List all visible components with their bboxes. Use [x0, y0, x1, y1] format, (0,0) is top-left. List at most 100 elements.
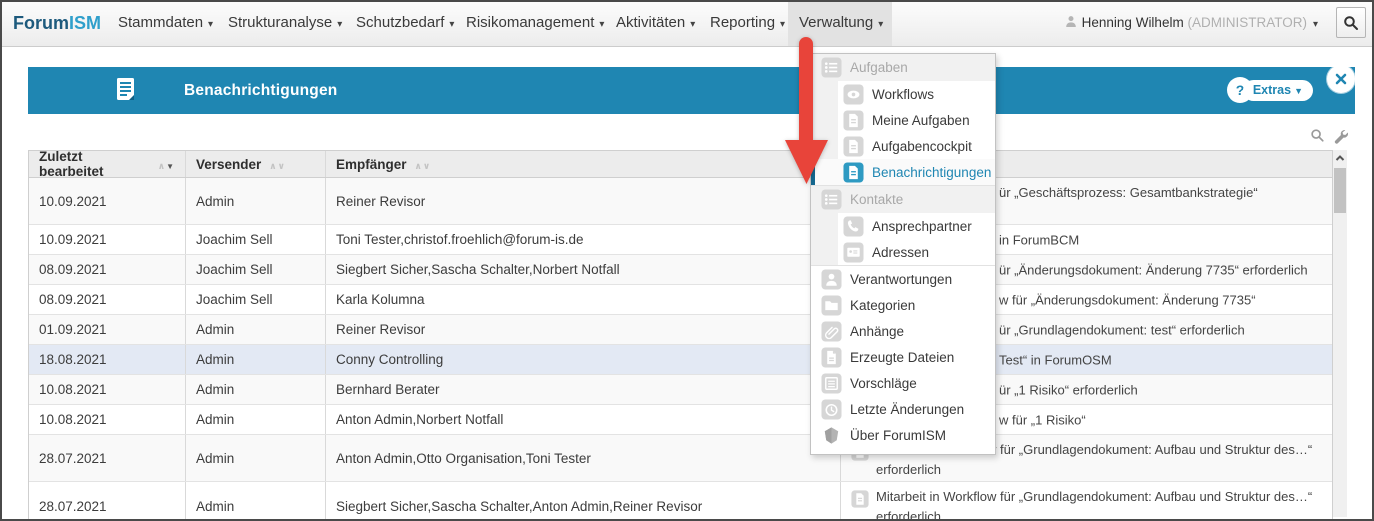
menu-indent-gutter: [811, 133, 838, 159]
menu-item-label: Verantwortungen: [850, 272, 952, 287]
nav-item-reporting[interactable]: Reporting▾: [710, 0, 785, 48]
cell-date: 08.09.2021: [29, 255, 186, 284]
menu-item-kategorien[interactable]: Kategorien: [811, 292, 995, 318]
table-row[interactable]: 08.09.2021Joachim SellSiegbert Sicher,Sa…: [29, 255, 1332, 285]
table-row[interactable]: 28.07.2021AdminAnton Admin,Otto Organisa…: [29, 435, 1332, 482]
table-row[interactable]: 10.09.2021AdminReiner Revisor ür „Geschä…: [29, 178, 1332, 225]
nav-item-schutzbedarf[interactable]: Schutzbedarf▾: [356, 0, 454, 48]
menu-item-workflows[interactable]: Workflows: [811, 81, 995, 107]
cell-sender: Joachim Sell: [186, 225, 326, 254]
menu-indent-gutter: [811, 107, 838, 133]
app-window: ForumISM Stammdaten▾ Strukturanalyse ▾ Schu…: [0, 0, 1374, 521]
chevron-down-icon: ▾: [337, 19, 342, 30]
menu-item-label: Über ForumISM: [850, 428, 946, 443]
about-icon: [811, 425, 842, 446]
app-logo[interactable]: ForumISM: [13, 0, 101, 46]
menu-item-aufgaben: Aufgaben: [811, 54, 995, 81]
cell-recipients: Siegbert Sicher,Sascha Schalter,Anton Ad…: [326, 482, 841, 521]
menu-item-ansprechpartner[interactable]: Ansprechpartner: [811, 213, 995, 239]
menu-item-anhänge[interactable]: Anhänge: [811, 318, 995, 344]
scroll-up-icon[interactable]: [1333, 150, 1347, 166]
user-role: (ADMINISTRATOR): [1187, 15, 1307, 30]
cell-sender: Admin: [186, 345, 326, 374]
chevron-down-icon: ▾: [208, 19, 213, 30]
scrollbar-thumb[interactable]: [1334, 168, 1346, 213]
subject-text-line2: erforderlich: [876, 509, 941, 521]
extras-button[interactable]: Extras▼: [1243, 80, 1313, 101]
menu-item-label: Aufgabencockpit: [872, 139, 972, 154]
subject-text-line2: erforderlich: [876, 462, 941, 477]
cell-date: 28.07.2021: [29, 482, 186, 521]
cell-date: 18.08.2021: [29, 345, 186, 374]
menu-item-letzte-änderungen[interactable]: Letzte Änderungen: [811, 396, 995, 422]
menu-item-label: Workflows: [872, 87, 934, 102]
user-menu[interactable]: Henning Wilhelm (ADMINISTRATOR)▾: [1065, 0, 1318, 48]
nav-item-verwaltung[interactable]: Verwaltung▾: [799, 0, 883, 48]
table-row[interactable]: 10.09.2021Joachim SellToni Tester,christ…: [29, 225, 1332, 255]
menu-item-kontakte: Kontakte: [811, 185, 995, 213]
menu-item-label: Adressen: [872, 245, 929, 260]
verwaltung-dropdown-menu: Aufgaben Workflows Meine Aufgaben Aufgabenc…: [810, 53, 996, 455]
cell-date: 10.08.2021: [29, 375, 186, 404]
menu-item-meine-aufgaben[interactable]: Meine Aufgaben: [811, 107, 995, 133]
cell-recipients: Reiner Revisor: [326, 315, 841, 344]
menu-item-aufgabencockpit[interactable]: Aufgabencockpit: [811, 133, 995, 159]
column-header-empfänger[interactable]: Empfänger ∧∨: [326, 151, 841, 177]
table-row[interactable]: 28.07.2021AdminSiegbert Sicher,Sascha Sc…: [29, 482, 1332, 521]
sort-icons: ∧∨: [415, 157, 432, 172]
global-search-button[interactable]: [1336, 7, 1366, 38]
sort-icons: ∧∨: [269, 157, 286, 172]
nav-item-risikomanagement[interactable]: Risikomanagement▾: [466, 0, 604, 48]
person-icon: [811, 269, 842, 290]
menu-item-label: Letzte Änderungen: [850, 402, 964, 417]
cell-recipients: Bernhard Berater: [326, 375, 841, 404]
nav-item-strukturanalyse[interactable]: Strukturanalyse ▾: [228, 0, 342, 48]
nav-item-aktivitäten[interactable]: Aktivitäten▾: [616, 0, 695, 48]
nav-item-stammdaten[interactable]: Stammdaten▾: [118, 0, 213, 48]
menu-item-label: Kategorien: [850, 298, 915, 313]
user-name: Henning Wilhelm: [1082, 15, 1184, 30]
menu-item-vorschläge[interactable]: Vorschläge: [811, 370, 995, 396]
chevron-down-icon: ▼: [1294, 86, 1303, 96]
subject-text: ür „Änderungsdokument: Änderung 7735“ er…: [999, 262, 1308, 277]
menu-item-label: Benachrichtigungen: [872, 165, 991, 180]
menu-item-erzeugte-dateien[interactable]: Erzeugte Dateien: [811, 344, 995, 370]
cell-recipients: Conny Controlling: [326, 345, 841, 374]
menu-item-label: Meine Aufgaben: [872, 113, 970, 128]
table-body: 10.09.2021AdminReiner Revisor ür „Geschä…: [29, 178, 1332, 521]
logo-part1: Forum: [13, 13, 69, 33]
menu-item-label: Vorschläge: [850, 376, 917, 391]
column-header-versender[interactable]: Versender∧∨: [186, 151, 326, 177]
cell-date: 01.09.2021: [29, 315, 186, 344]
menu-item-adressen[interactable]: Adressen: [811, 239, 995, 265]
table-settings-wrench-icon[interactable]: [1332, 128, 1348, 144]
menu-item-benachrichtigungen[interactable]: Benachrichtigungen: [811, 159, 995, 185]
close-panel-button[interactable]: [1327, 65, 1355, 93]
nav-label: Strukturanalyse: [228, 14, 332, 31]
cell-recipients: Anton Admin,Otto Organisation,Toni Teste…: [326, 435, 841, 481]
table-search-icon[interactable]: [1310, 128, 1325, 144]
table-row[interactable]: 10.08.2021AdminBernhard Berater ür „1 Ri…: [29, 375, 1332, 405]
vertical-scrollbar[interactable]: [1333, 150, 1347, 517]
menu-item-label: Aufgaben: [850, 60, 908, 75]
cell-sender: Joachim Sell: [186, 285, 326, 314]
chevron-down-icon: ▾: [878, 19, 883, 30]
nav-label: Schutzbedarf: [356, 14, 444, 31]
table-row[interactable]: 08.09.2021Joachim SellKarla Kolumna w fü…: [29, 285, 1332, 315]
person-icon: [1065, 15, 1077, 28]
notifications-icon: [116, 77, 138, 108]
menu-item-label: Ansprechpartner: [872, 219, 972, 234]
table-row[interactable]: 18.08.2021AdminConny Controlling Test“ i…: [29, 345, 1332, 375]
table-row[interactable]: 10.08.2021AdminAnton Admin,Norbert Notfa…: [29, 405, 1332, 435]
column-label: Empfänger: [336, 157, 407, 172]
menu-indent-gutter: [811, 239, 838, 265]
menu-item-über-forumism[interactable]: Über ForumISM: [811, 422, 995, 448]
table-row[interactable]: 01.09.2021AdminReiner Revisor ür „Grundl…: [29, 315, 1332, 345]
cell-recipients: Karla Kolumna: [326, 285, 841, 314]
cell-date: 28.07.2021: [29, 435, 186, 481]
menu-indent-gutter: [811, 213, 838, 239]
menu-item-verantwortungen[interactable]: Verantwortungen: [811, 265, 995, 292]
pdf-icon: [811, 347, 842, 368]
history-icon: [811, 399, 842, 420]
column-header-zuletzt-bearbeitet[interactable]: Zuletzt bearbeitet∧▼: [29, 151, 186, 177]
